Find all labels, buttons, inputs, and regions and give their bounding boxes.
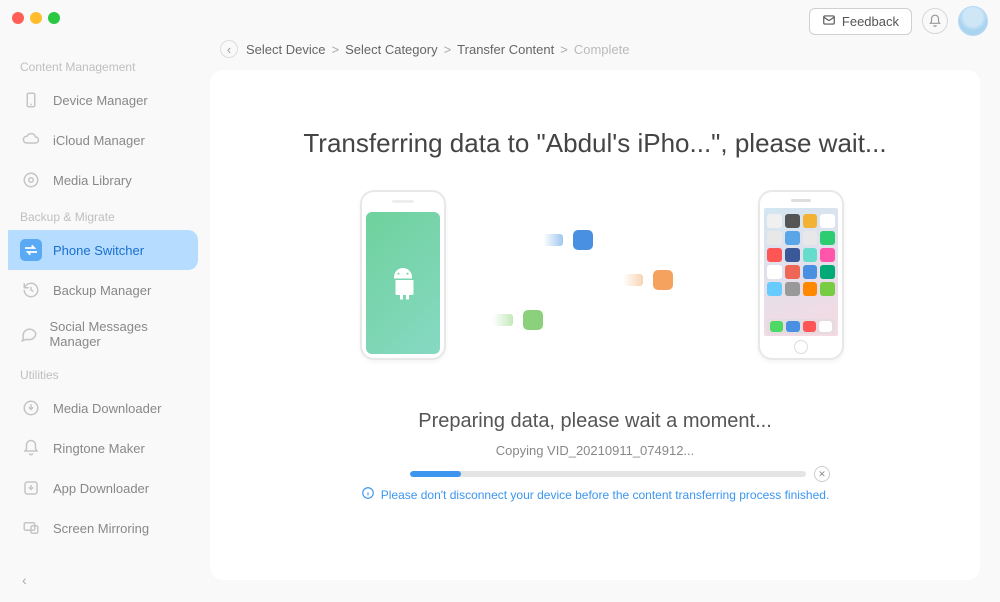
warning-label: Please don't disconnect your device befo…	[381, 488, 830, 502]
sidebar-item-label: Device Manager	[53, 93, 148, 108]
sidebar-item-device-manager[interactable]: Device Manager	[0, 80, 198, 120]
progress-fill	[410, 471, 461, 477]
breadcrumb: ‹ Select Device > Select Category > Tran…	[200, 0, 1000, 66]
transfer-particle-icon	[523, 310, 543, 330]
sidebar-item-label: Media Downloader	[53, 401, 161, 416]
transfer-illustration	[210, 190, 980, 380]
sidebar-item-label: Backup Manager	[53, 283, 151, 298]
download-icon	[20, 397, 42, 419]
progress-bar	[410, 471, 806, 477]
breadcrumb-item[interactable]: Select Device	[246, 42, 325, 57]
android-icon	[385, 262, 421, 304]
chevron-right-icon: >	[442, 42, 454, 57]
breadcrumb-item[interactable]: Select Category	[345, 42, 438, 57]
sidebar-item-label: Screen Mirroring	[53, 521, 149, 536]
sidebar-item-app-downloader[interactable]: App Downloader	[0, 468, 198, 508]
minimize-window-button[interactable]	[30, 12, 42, 24]
main-area: ‹ Select Device > Select Category > Tran…	[200, 0, 1000, 602]
content-card: Transferring data to "Abdul's iPho...", …	[210, 70, 980, 580]
status-text: Preparing data, please wait a moment...	[210, 410, 980, 433]
disc-icon	[20, 169, 42, 191]
sidebar-item-phone-switcher[interactable]: Phone Switcher	[8, 230, 198, 270]
chevron-right-icon: >	[329, 42, 341, 57]
chat-icon	[20, 323, 38, 345]
window-controls	[12, 12, 60, 24]
maximize-window-button[interactable]	[48, 12, 60, 24]
breadcrumb-back-button[interactable]: ‹	[220, 40, 238, 58]
switcher-icon	[20, 239, 42, 261]
breadcrumb-item: Complete	[574, 42, 630, 57]
sidebar-item-label: Social Messages Manager	[49, 319, 178, 349]
mirror-icon	[20, 517, 42, 539]
page-title: Transferring data to "Abdul's iPho...", …	[210, 70, 980, 159]
sidebar-item-label: Ringtone Maker	[53, 441, 145, 456]
chevron-right-icon: >	[558, 42, 570, 57]
app-download-icon	[20, 477, 42, 499]
section-label: Utilities	[0, 358, 198, 388]
sidebar-item-icloud-manager[interactable]: iCloud Manager	[0, 120, 198, 160]
sidebar-item-media-downloader[interactable]: Media Downloader	[0, 388, 198, 428]
history-icon	[20, 279, 42, 301]
sidebar-item-label: iCloud Manager	[53, 133, 145, 148]
transfer-particle-icon	[573, 230, 593, 250]
sidebar-item-label: Media Library	[53, 173, 132, 188]
breadcrumb-item[interactable]: Transfer Content	[457, 42, 554, 57]
warning-text: Please don't disconnect your device befo…	[210, 486, 980, 503]
source-device-illustration	[360, 190, 446, 360]
sidebar-item-label: App Downloader	[53, 481, 149, 496]
section-label: Backup & Migrate	[0, 200, 198, 230]
device-icon	[20, 89, 42, 111]
transfer-particle-icon	[653, 270, 673, 290]
sidebar-item-label: Phone Switcher	[53, 243, 144, 258]
sidebar-item-media-library[interactable]: Media Library	[0, 160, 198, 200]
sidebar-item-social-messages[interactable]: Social Messages Manager	[0, 310, 198, 358]
progress-bar-container: ✕	[410, 466, 830, 482]
collapse-sidebar-button[interactable]: ‹	[22, 572, 27, 588]
sidebar-item-backup-manager[interactable]: Backup Manager	[0, 270, 198, 310]
section-label: Content Management	[0, 50, 198, 80]
close-window-button[interactable]	[12, 12, 24, 24]
info-icon	[361, 486, 375, 503]
sidebar: Content Management Device Manager iCloud…	[0, 40, 198, 602]
target-device-illustration	[758, 190, 844, 360]
sidebar-item-screen-mirroring[interactable]: Screen Mirroring	[0, 508, 198, 548]
bell-outline-icon	[20, 437, 42, 459]
cancel-transfer-button[interactable]: ✕	[814, 466, 830, 482]
cloud-icon	[20, 129, 42, 151]
current-file-text: Copying VID_20210911_074912...	[210, 443, 980, 458]
sidebar-item-ringtone-maker[interactable]: Ringtone Maker	[0, 428, 198, 468]
